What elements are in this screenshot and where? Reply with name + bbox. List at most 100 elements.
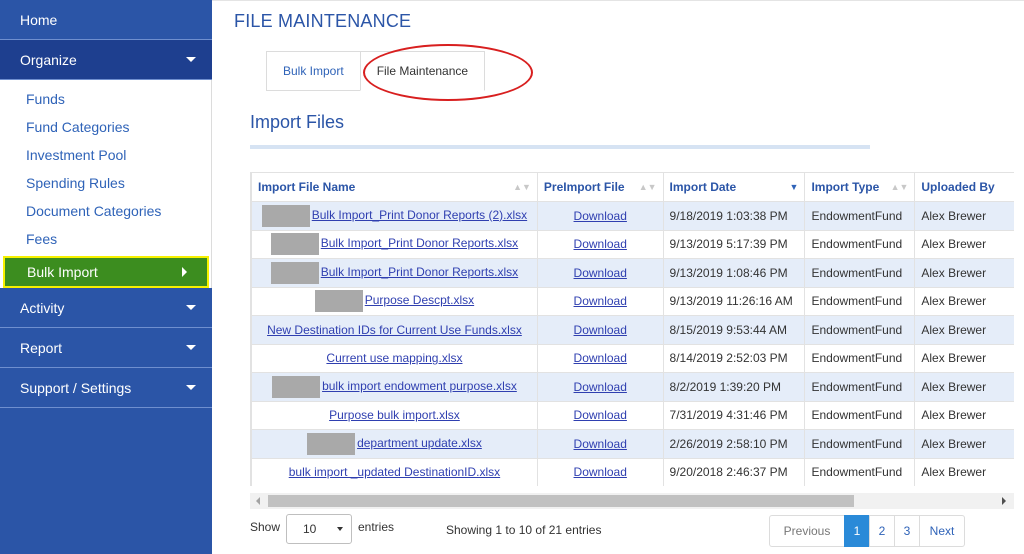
- file-name-text: Bulk Import_Print Donor Reports (2).xlsx: [311, 207, 528, 222]
- import-type-cell: EndowmentFund: [804, 343, 916, 373]
- import-date-cell: 2/26/2019 2:58:10 PM: [662, 429, 806, 459]
- download-link[interactable]: Download: [536, 229, 664, 259]
- uploaded-by-cell: Alex Brewer: [914, 315, 1014, 345]
- sidebar-item-funds[interactable]: Funds: [0, 88, 211, 116]
- download-link[interactable]: Download: [536, 286, 664, 316]
- uploaded-by-cell: Alex Brewer: [914, 400, 1014, 430]
- page-3-button[interactable]: 3: [894, 515, 920, 547]
- file-name-text: Purpose Descpt.xlsx: [364, 293, 475, 308]
- import-files-table: Import File Name ▲▼ PreImport File ▲▼ Impo…: [250, 172, 1014, 486]
- next-page-button[interactable]: Next: [919, 515, 965, 547]
- file-name-link[interactable]: bulk import endowment purpose.xlsx: [251, 372, 538, 402]
- import-type-cell: EndowmentFund: [804, 372, 916, 402]
- file-name-text: Purpose bulk import.xlsx: [329, 408, 460, 423]
- uploaded-by-cell: Alex Brewer: [914, 457, 1014, 486]
- download-link[interactable]: Download: [536, 457, 664, 486]
- column-header-preimport-file[interactable]: PreImport File ▲▼: [536, 172, 664, 202]
- download-link[interactable]: Download: [536, 400, 664, 430]
- import-date-cell: 9/13/2019 1:08:46 PM: [662, 258, 806, 288]
- nav-support-settings[interactable]: Support / Settings: [0, 368, 212, 408]
- scrollbar-thumb[interactable]: [268, 495, 854, 507]
- file-name-link[interactable]: Bulk Import_Print Donor Reports (2).xlsx: [251, 201, 538, 231]
- uploaded-by-cell: Alex Brewer: [914, 286, 1014, 316]
- file-name-link[interactable]: bulk import _updated DestinationID.xlsx: [251, 457, 538, 486]
- redaction-block: [261, 204, 310, 227]
- horizontal-scrollbar[interactable]: [250, 493, 1014, 509]
- import-date-cell: 7/31/2019 4:31:46 PM: [662, 400, 806, 430]
- sort-icon: ▲▼: [890, 182, 909, 192]
- chevron-down-icon: [186, 305, 196, 310]
- page-title: FILE MAINTENANCE: [234, 11, 412, 31]
- file-name-link[interactable]: Current use mapping.xlsx: [251, 343, 538, 373]
- pagination: Previous 1 2 3 Next: [769, 515, 965, 547]
- organize-submenu: Funds Fund Categories Investment Pool Sp…: [0, 80, 212, 288]
- nav-report[interactable]: Report: [0, 328, 212, 368]
- sidebar-item-fees[interactable]: Fees: [0, 228, 211, 256]
- scroll-left-icon[interactable]: [256, 497, 260, 505]
- redaction-block: [272, 375, 321, 398]
- import-type-cell: EndowmentFund: [804, 429, 916, 459]
- file-name-link[interactable]: Bulk Import_Print Donor Reports.xlsx: [251, 258, 538, 288]
- redaction-block: [270, 233, 319, 256]
- table-row: New Destination IDs for Current Use Fund…: [251, 315, 1014, 345]
- download-link[interactable]: Download: [536, 258, 664, 288]
- nav-organize[interactable]: Organize: [0, 40, 212, 80]
- import-type-cell: EndowmentFund: [804, 315, 916, 345]
- previous-page-button[interactable]: Previous: [769, 515, 845, 547]
- file-name-link[interactable]: Purpose Descpt.xlsx: [251, 286, 538, 316]
- redaction-block: [307, 432, 356, 455]
- sort-icon: ▲▼: [638, 182, 657, 192]
- download-link[interactable]: Download: [536, 201, 664, 231]
- file-name-text: Bulk Import_Print Donor Reports.xlsx: [320, 236, 519, 251]
- table-row: Current use mapping.xlsx Download 8/14/201…: [251, 343, 1014, 373]
- nav-home[interactable]: Home: [0, 0, 212, 40]
- chevron-down-icon: [186, 345, 196, 350]
- sidebar-item-fund-categories[interactable]: Fund Categories: [0, 116, 211, 144]
- column-header-uploaded-by[interactable]: Uploaded By: [914, 172, 1014, 202]
- section-divider: [250, 145, 870, 149]
- file-name-text: bulk import endowment purpose.xlsx: [322, 378, 517, 393]
- chevron-down-icon: [186, 57, 196, 62]
- download-link[interactable]: Download: [536, 429, 664, 459]
- sidebar-item-spending-rules[interactable]: Spending Rules: [0, 172, 211, 200]
- download-link[interactable]: Download: [536, 372, 664, 402]
- tab-file-maintenance[interactable]: File Maintenance: [359, 51, 486, 91]
- scroll-right-icon[interactable]: [1002, 497, 1006, 505]
- tab-bulk-import[interactable]: Bulk Import: [266, 51, 360, 91]
- redaction-block: [314, 290, 363, 313]
- sidebar-item-investment-pool[interactable]: Investment Pool: [0, 144, 211, 172]
- column-header-file-name[interactable]: Import File Name ▲▼: [251, 172, 538, 202]
- sort-icon: ▲▼: [513, 182, 531, 192]
- sidebar-item-bulk-import-label: Bulk Import: [27, 264, 98, 280]
- file-name-link[interactable]: department update.xlsx: [251, 429, 538, 459]
- import-date-cell: 8/15/2019 9:53:44 AM: [662, 315, 806, 345]
- sort-desc-icon: ▼: [789, 182, 799, 192]
- uploaded-by-cell: Alex Brewer: [914, 372, 1014, 402]
- download-link[interactable]: Download: [536, 315, 664, 345]
- sidebar-item-document-categories[interactable]: Document Categories: [0, 200, 211, 228]
- nav-activity[interactable]: Activity: [0, 288, 212, 328]
- file-name-link[interactable]: New Destination IDs for Current Use Fund…: [251, 315, 538, 345]
- nav-organize-label: Organize: [20, 51, 77, 68]
- file-name-text: New Destination IDs for Current Use Fund…: [267, 322, 522, 337]
- table-row: department update.xlsx Download 2/26/2019 …: [251, 429, 1014, 459]
- import-type-cell: EndowmentFund: [804, 258, 916, 288]
- column-header-import-date[interactable]: Import Date ▼: [662, 172, 806, 202]
- file-name-link[interactable]: Purpose bulk import.xlsx: [251, 400, 538, 430]
- file-name-link[interactable]: Bulk Import_Print Donor Reports.xlsx: [251, 229, 538, 259]
- main-content: FILE MAINTENANCE Bulk Import File Mainte…: [212, 0, 1024, 554]
- download-link[interactable]: Download: [536, 343, 664, 373]
- uploaded-by-cell: Alex Brewer: [914, 343, 1014, 373]
- uploaded-by-cell: Alex Brewer: [914, 229, 1014, 259]
- import-date-cell: 9/13/2019 5:17:39 PM: [662, 229, 806, 259]
- import-date-cell: 8/2/2019 1:39:20 PM: [662, 372, 806, 402]
- table-info: Showing 1 to 10 of 21 entries: [446, 523, 602, 537]
- column-header-import-type[interactable]: Import Type ▲▼: [804, 172, 916, 202]
- import-date-cell: 9/20/2018 2:46:37 PM: [662, 457, 806, 486]
- sidebar-item-bulk-import[interactable]: Bulk Import: [3, 256, 209, 288]
- redaction-block: [270, 261, 319, 284]
- page-1-button[interactable]: 1: [844, 515, 870, 547]
- page-size-select[interactable]: 10: [286, 514, 352, 544]
- import-date-cell: 9/13/2019 11:26:16 AM: [662, 286, 806, 316]
- page-2-button[interactable]: 2: [869, 515, 895, 547]
